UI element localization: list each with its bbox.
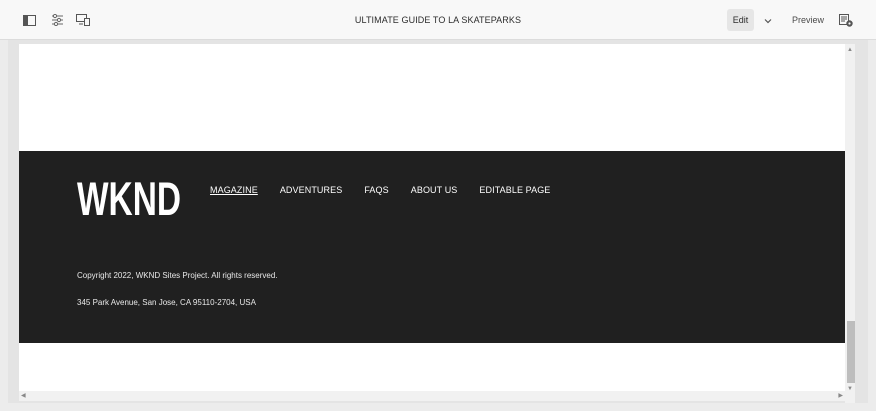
editor-canvas: WKND MAGAZINE ADVENTURES FAQS ABOUT US E… bbox=[8, 40, 868, 403]
nav-item-editable-page[interactable]: EDITABLE PAGE bbox=[479, 185, 550, 195]
nav-item-about-us[interactable]: ABOUT US bbox=[411, 185, 458, 195]
scroll-up-arrow-icon[interactable]: ▲ bbox=[846, 46, 854, 54]
nav-item-magazine[interactable]: MAGAZINE bbox=[210, 185, 258, 195]
vertical-scroll-thumb[interactable] bbox=[847, 321, 855, 383]
preview-button[interactable]: Preview bbox=[786, 9, 830, 31]
page-content: WKND MAGAZINE ADVENTURES FAQS ABOUT US E… bbox=[19, 44, 845, 391]
editor-toolbar: ULTIMATE GUIDE TO LA SKATEPARKS Edit Pre… bbox=[0, 0, 876, 40]
scroll-right-arrow-icon[interactable]: ▶ bbox=[835, 392, 843, 400]
page-info-icon[interactable] bbox=[838, 12, 854, 28]
vertical-scrollbar[interactable]: ▲ ▼ bbox=[845, 44, 855, 403]
scroll-down-arrow-icon[interactable]: ▼ bbox=[846, 385, 854, 393]
address-text: 345 Park Avenue, San Jose, CA 95110-2704… bbox=[77, 298, 256, 307]
edit-mode-button[interactable]: Edit bbox=[727, 9, 754, 31]
site-footer: WKND MAGAZINE ADVENTURES FAQS ABOUT US E… bbox=[19, 151, 845, 343]
copyright-text: Copyright 2022, WKND Sites Project. All … bbox=[77, 271, 278, 280]
svg-text:WKND: WKND bbox=[77, 174, 181, 220]
nav-item-adventures[interactable]: ADVENTURES bbox=[280, 185, 343, 195]
footer-nav: MAGAZINE ADVENTURES FAQS ABOUT US EDITAB… bbox=[210, 185, 572, 195]
horizontal-scrollbar[interactable]: ◀ ▶ bbox=[19, 391, 845, 401]
scroll-left-arrow-icon[interactable]: ◀ bbox=[21, 392, 29, 400]
chevron-down-icon[interactable] bbox=[762, 14, 774, 26]
nav-item-faqs[interactable]: FAQS bbox=[364, 185, 388, 195]
wknd-logo[interactable]: WKND bbox=[77, 172, 181, 225]
